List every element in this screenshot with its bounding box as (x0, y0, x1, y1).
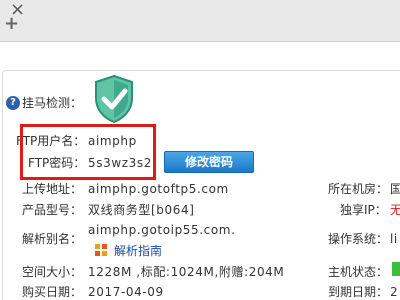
browser-tab-bar: × + (0, 0, 400, 42)
shield-check-icon (95, 74, 133, 124)
product-model-label: 产品型号： (22, 203, 83, 217)
upload-address-value: aimphp.gotoftp5.com (88, 182, 229, 196)
os-value: li (390, 232, 398, 246)
datacenter-label: 所在机房： (328, 182, 389, 196)
host-status-label: 主机状态： (328, 265, 389, 279)
os-label: 操作系统： (328, 232, 389, 246)
purchase-date-value: 2017-04-09 (88, 285, 164, 299)
datacenter-value: 国 (390, 182, 400, 196)
expire-date-value: 2 (390, 285, 399, 299)
alias-value: aimphp.gotoip55.com. (88, 223, 236, 237)
product-model-value: 双线商务型[b064] (88, 203, 195, 217)
dns-guide-link[interactable]: 解析指南 (114, 243, 162, 259)
help-icon[interactable]: ? (6, 96, 20, 110)
host-status-indicator (392, 262, 400, 276)
space-size-label: 空间大小： (22, 265, 83, 279)
upload-address-label: 上传地址： (22, 182, 83, 196)
modify-password-button[interactable]: 修改密码 (164, 151, 254, 173)
purchase-date-label: 购买日期： (22, 285, 83, 299)
dedicated-ip-label: 独享IP： (340, 203, 387, 217)
dedicated-ip-value: 无 (390, 203, 400, 217)
alias-label: 解析别名： (22, 232, 83, 246)
space-size-value: 1228M ,标配:1024M,附赠:204M (88, 265, 285, 279)
guide-icon (95, 244, 107, 256)
expire-date-label: 到期日期： (328, 285, 389, 299)
highlight-box (20, 124, 156, 180)
trojan-check-label: 挂马检测： (22, 96, 83, 110)
new-tab-icon[interactable]: + (4, 14, 19, 34)
